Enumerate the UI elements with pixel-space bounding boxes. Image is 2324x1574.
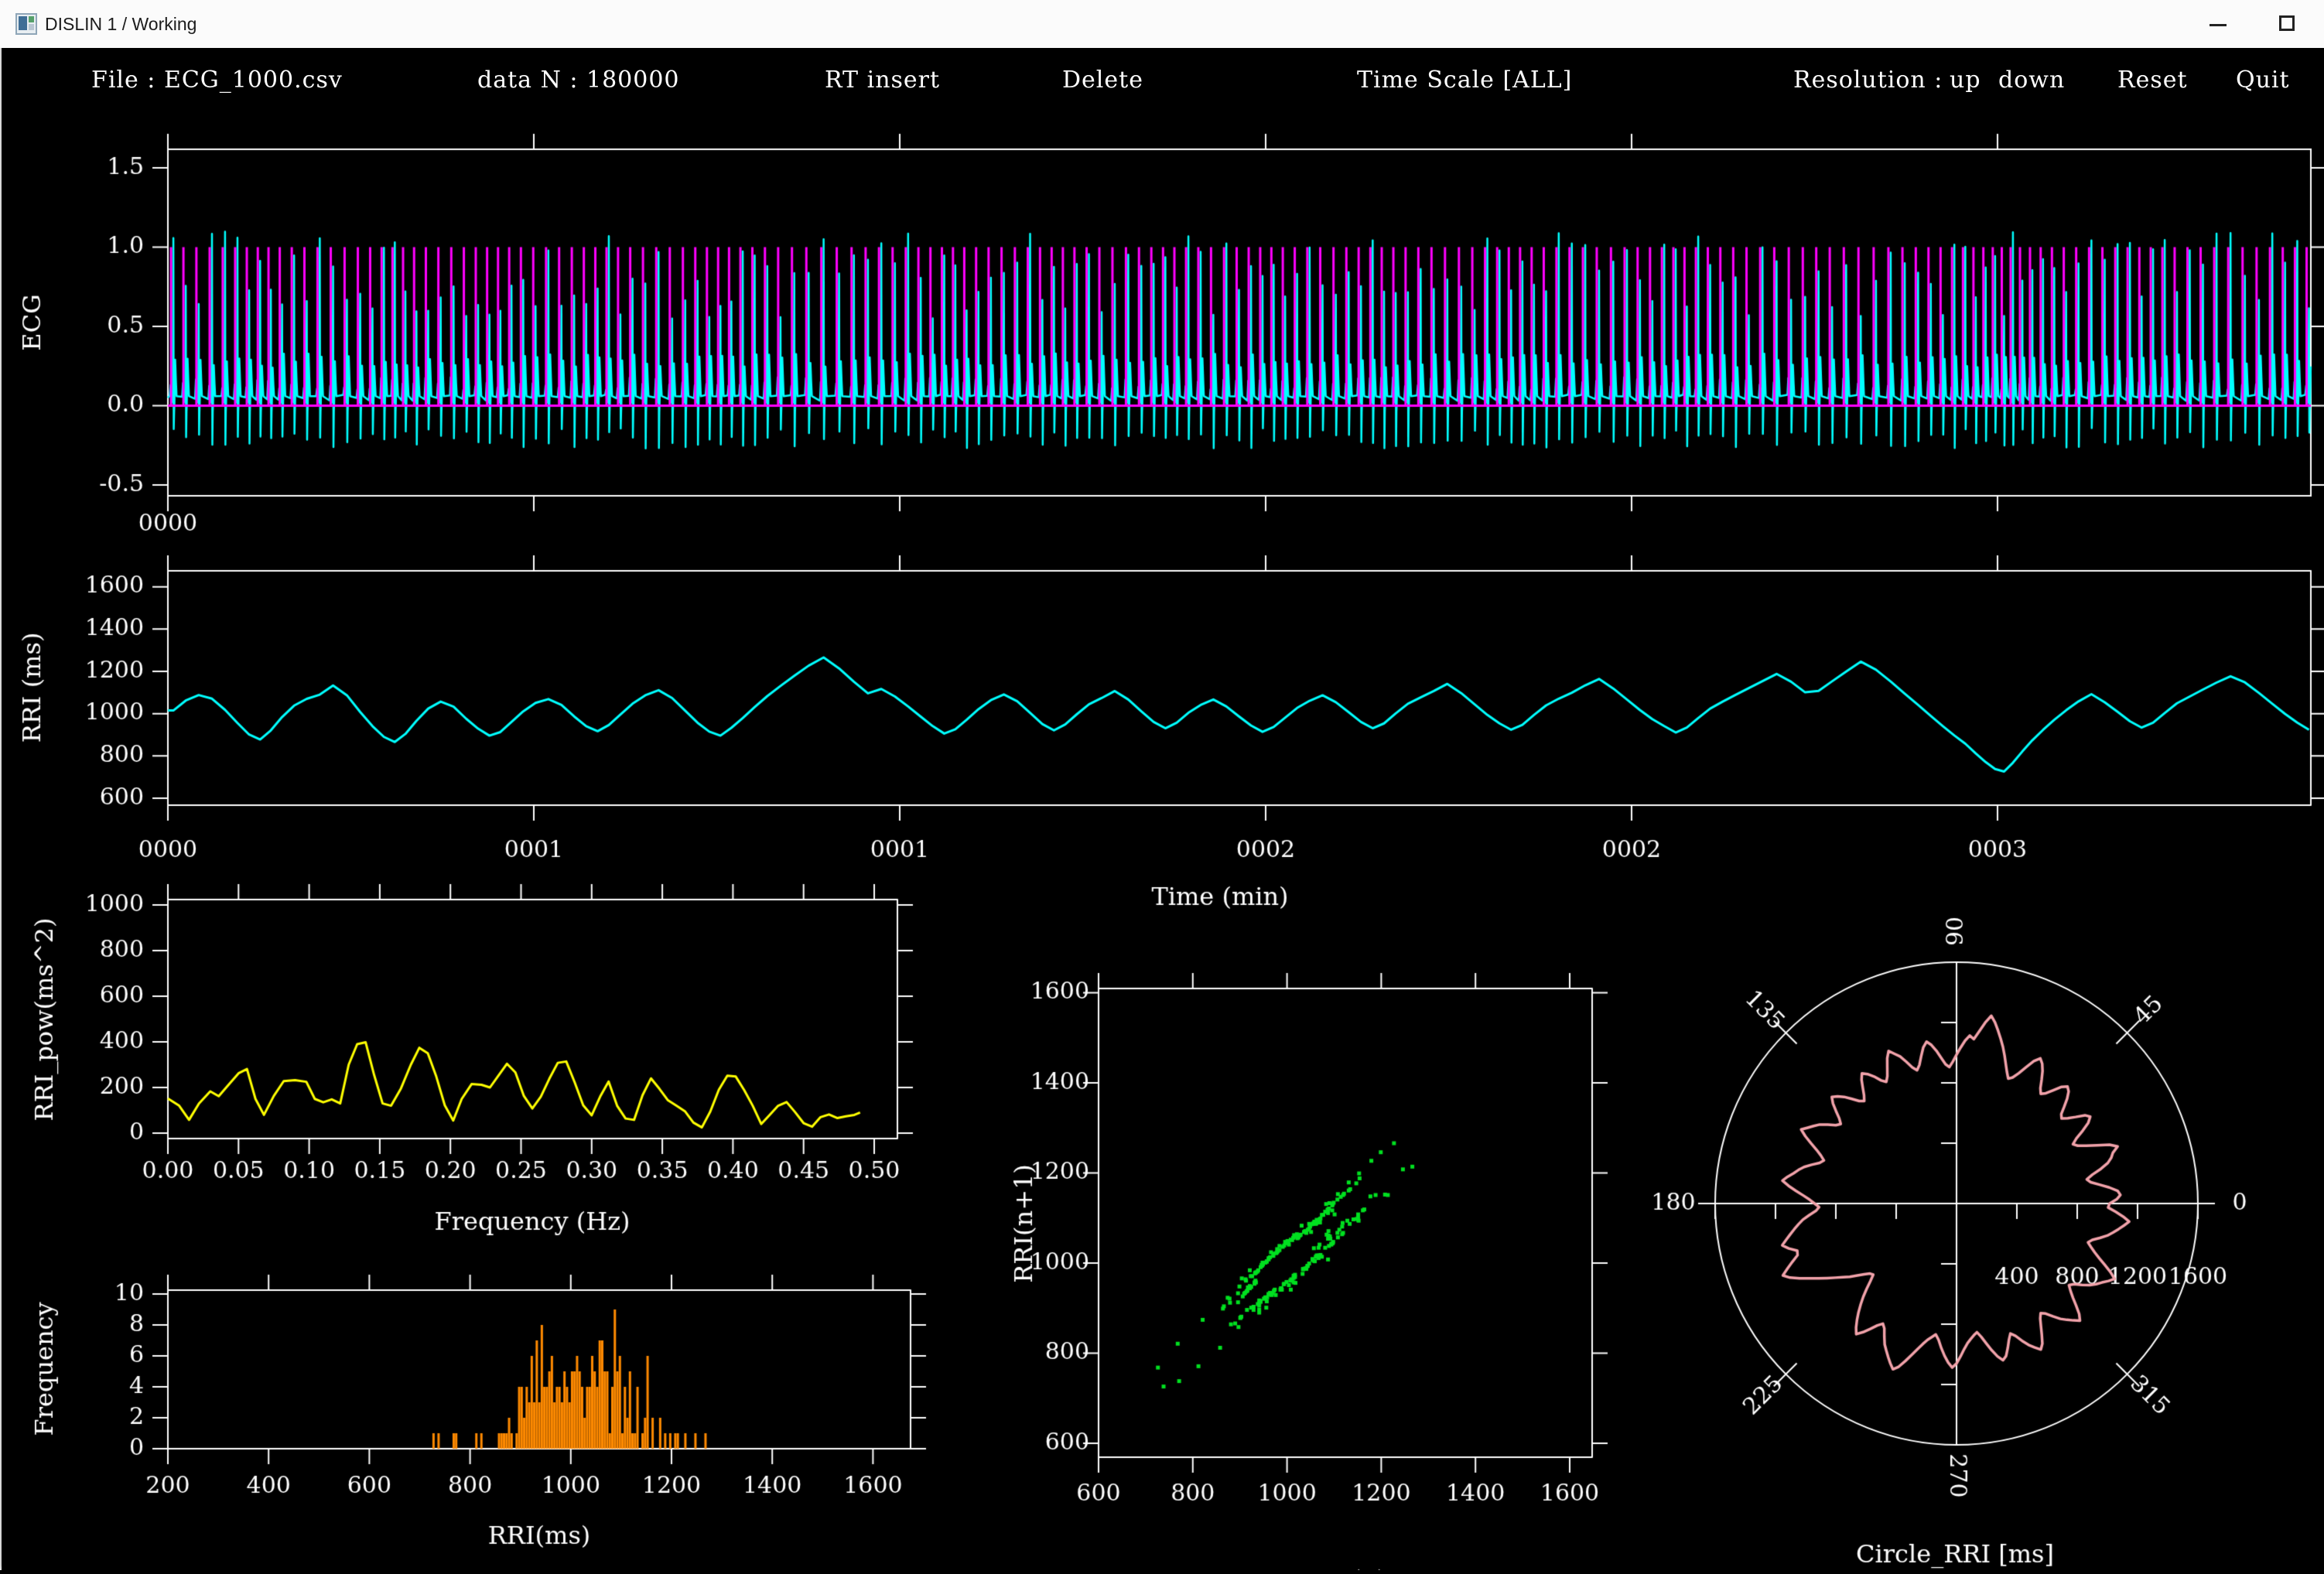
window-title: DISLIN 1 / Working [45,0,197,48]
menu-item-time-scale[interactable]: Time Scale [ALL] [1357,67,1572,94]
charts-canvas [2,48,2324,1570]
app-window: DISLIN 1 / Working File : ECG_1000.csv d… [0,0,2324,1574]
menu-item-file[interactable]: File : ECG_1000.csv [91,67,343,94]
menu-item-delete[interactable]: Delete [1062,67,1143,94]
menu-item-resolution-label: Resolution : [1793,67,1943,94]
menu-item-resolution-up[interactable]: up [1950,67,1981,94]
minimize-button[interactable] [2191,0,2245,48]
menu-item-data-n: data N : 180000 [477,67,680,94]
app-icon [15,13,37,35]
plot-area: File : ECG_1000.csv data N : 180000 RT i… [0,48,2324,1570]
menu-item-rt-insert[interactable]: RT insert [825,67,940,94]
minimize-icon [2210,24,2227,26]
maximize-icon [2279,15,2295,31]
menu-item-quit[interactable]: Quit [2236,67,2290,94]
title-bar: DISLIN 1 / Working [0,0,2324,49]
menu-item-reset[interactable]: Reset [2117,67,2188,94]
menu-item-resolution-down[interactable]: down [1998,67,2065,94]
maximize-button[interactable] [2261,0,2315,48]
